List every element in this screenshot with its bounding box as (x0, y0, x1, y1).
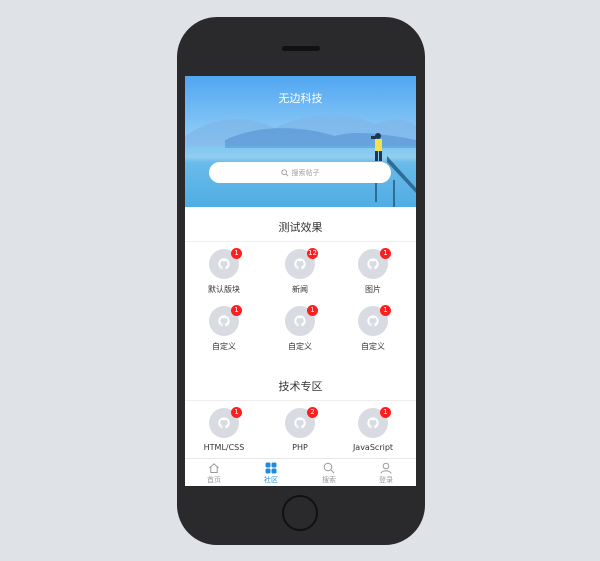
tab-label: 登录 (379, 476, 393, 484)
bottom-tab-bar: 首页 社区 搜索 登录 (185, 458, 416, 486)
badge-count: 1 (380, 407, 391, 418)
forum-item-label: 自定义 (361, 342, 385, 351)
phone-speaker (282, 46, 320, 51)
forum-item[interactable]: 2 PHP (265, 407, 335, 458)
phone-frame: 无边科技 搜索帖子 测试效果 1 默认版块 12 新闻 1 图片 1 自定义 1… (177, 17, 425, 545)
forum-item[interactable]: 1 JavaScript (338, 407, 408, 458)
badge-count: 1 (231, 407, 242, 418)
tab-home[interactable]: 首页 (185, 462, 243, 486)
badge-count: 1 (231, 248, 242, 259)
github-icon (218, 417, 230, 429)
forum-item-label: JavaScript (352, 443, 394, 452)
tab-label: 社区 (264, 476, 278, 484)
divider (185, 241, 416, 242)
badge-count: 2 (307, 407, 318, 418)
github-icon (367, 258, 379, 270)
badge-count: 12 (307, 248, 318, 259)
badge-count: 1 (307, 305, 318, 316)
github-icon (218, 258, 230, 270)
forum-item-label: 新闻 (292, 285, 308, 294)
forum-item-label: HTML/CSS (203, 443, 245, 452)
forum-item[interactable]: 1 图片 (338, 248, 408, 299)
forum-item[interactable]: 1 自定义 (265, 305, 335, 356)
app-title: 无边科技 (278, 92, 323, 105)
forum-item-label: 图片 (365, 285, 381, 294)
badge-count: 1 (380, 305, 391, 316)
forum-item[interactable]: 1 自定义 (189, 305, 259, 356)
search-icon (280, 168, 289, 177)
forum-item-label: 默认版块 (208, 285, 240, 294)
github-icon (367, 315, 379, 327)
header-banner: 无边科技 搜索帖子 (185, 76, 416, 207)
search-placeholder: 搜索帖子 (291, 168, 320, 177)
badge-count: 1 (231, 305, 242, 316)
section-title-tech: 技术专区 (278, 380, 323, 393)
forum-item[interactable]: 1 HTML/CSS (189, 407, 259, 458)
community-icon (265, 462, 277, 474)
forum-item[interactable]: 12 新闻 (265, 248, 335, 299)
forum-item-label: PHP (292, 443, 308, 452)
tab-search[interactable]: 搜索 (300, 462, 358, 486)
home-icon (209, 463, 219, 473)
tab-login[interactable]: 登录 (357, 462, 415, 486)
forum-item-label: 自定义 (288, 342, 312, 351)
badge-count: 1 (380, 248, 391, 259)
section-title-test: 测试效果 (278, 221, 323, 234)
github-icon (294, 258, 306, 270)
tab-community[interactable]: 社区 (242, 462, 300, 486)
forum-item-label: 自定义 (212, 342, 236, 351)
app-screen: 无边科技 搜索帖子 测试效果 1 默认版块 12 新闻 1 图片 1 自定义 1… (185, 76, 416, 486)
tab-label: 搜索 (322, 476, 336, 484)
user-icon (380, 462, 392, 474)
home-button[interactable] (282, 495, 318, 531)
forum-item[interactable]: 1 自定义 (338, 305, 408, 356)
github-icon (218, 315, 230, 327)
forum-item[interactable]: 1 默认版块 (189, 248, 259, 299)
search-input[interactable]: 搜索帖子 (209, 162, 391, 183)
github-icon (294, 315, 306, 327)
github-icon (367, 417, 379, 429)
divider (185, 400, 416, 401)
tab-label: 首页 (207, 476, 221, 484)
search-icon (323, 462, 335, 474)
github-icon (294, 417, 306, 429)
